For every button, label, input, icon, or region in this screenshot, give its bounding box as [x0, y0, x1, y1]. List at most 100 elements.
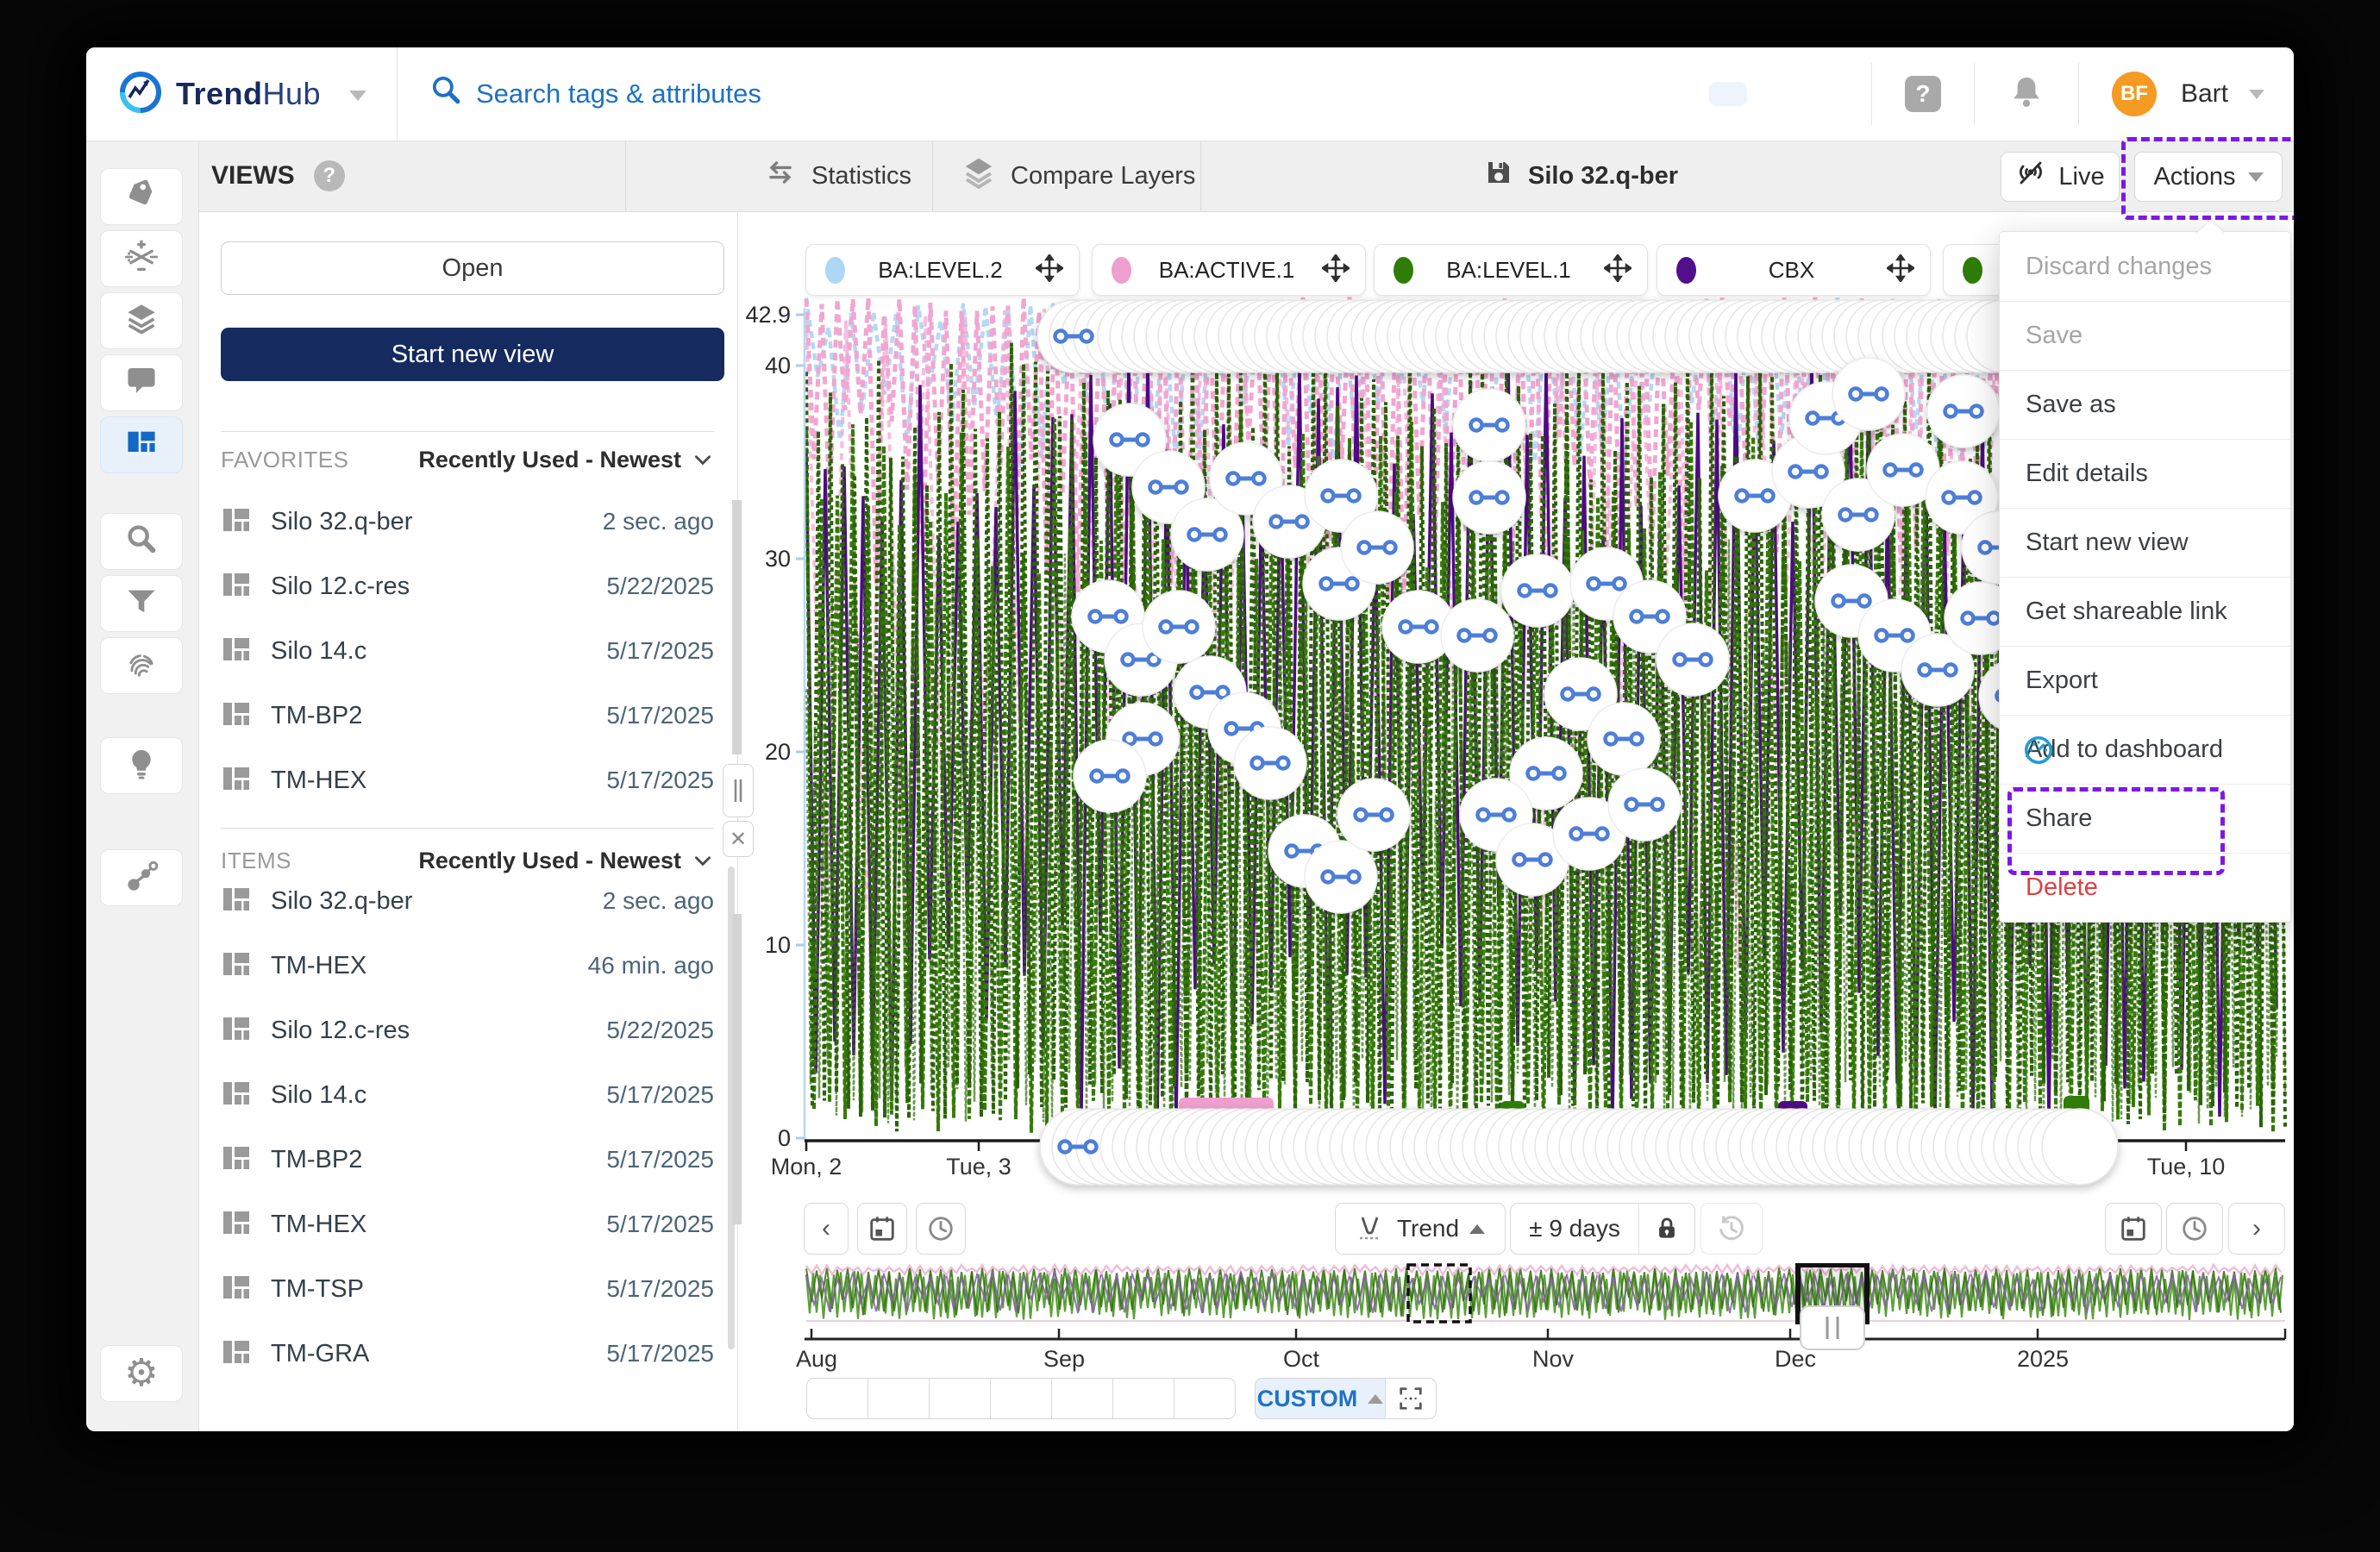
panel-scroll-track[interactable]: [732, 914, 742, 1224]
calendar-icon: [2119, 1214, 2148, 1243]
favorite-list-item[interactable]: Silo 14.c 5/17/2025: [221, 619, 714, 683]
move-handle-icon[interactable]: [1887, 254, 1914, 286]
svg-text:40: 40: [765, 353, 791, 379]
user-name[interactable]: Bart: [2181, 79, 2228, 109]
view-item-icon: [221, 1142, 252, 1178]
view-toolbar: VIEWS ? Statistics Compare Layers Silo 3…: [86, 141, 2294, 212]
nav-link[interactable]: [1802, 82, 1840, 106]
start-new-view-button[interactable]: Start new view: [221, 328, 724, 381]
time-preset-button[interactable]: [807, 1379, 868, 1418]
view-item-icon: [221, 504, 252, 540]
statistics-button[interactable]: Statistics: [763, 141, 911, 211]
fingerprint-icon: [124, 647, 159, 685]
actions-menu-item[interactable]: Share: [2000, 784, 2290, 853]
calendar-icon: [867, 1214, 897, 1243]
legend-tag-chip[interactable]: BA:LEVEL.2: [805, 244, 1080, 296]
step-back-button[interactable]: ‹: [804, 1203, 849, 1255]
nav-link[interactable]: [1663, 82, 1700, 106]
favorite-list-item[interactable]: Silo 12.c-res 5/22/2025: [221, 554, 714, 618]
calendar-end-button[interactable]: [2105, 1203, 2162, 1255]
actions-menu-item[interactable]: Add to dashboard: [2000, 715, 2290, 784]
step-forward-button[interactable]: ›: [2228, 1203, 2285, 1255]
view-list-item[interactable]: TM-GRA 5/17/2025: [221, 1322, 714, 1386]
panel-scroll-track[interactable]: [732, 500, 742, 754]
compare-layers-button[interactable]: Compare Layers: [961, 141, 1195, 211]
move-handle-icon[interactable]: [1322, 254, 1350, 286]
notifications-bell-icon[interactable]: [2007, 73, 2045, 116]
view-list-item[interactable]: TM-HEX 46 min. ago: [221, 934, 714, 998]
views-help-icon[interactable]: ?: [314, 160, 345, 191]
sidebar-item-calculations[interactable]: [100, 230, 183, 287]
nav-link[interactable]: [1756, 82, 1794, 106]
sidebar-item-context[interactable]: [100, 849, 183, 906]
move-handle-icon[interactable]: [1036, 254, 1063, 286]
view-item-icon: [221, 1013, 252, 1048]
view-list-item[interactable]: TM-TSP 5/17/2025: [221, 1257, 714, 1321]
time-preset-button[interactable]: [1113, 1379, 1174, 1418]
time-preset-button[interactable]: [1052, 1379, 1113, 1418]
actions-menu-item[interactable]: Export: [2000, 646, 2290, 715]
help-icon[interactable]: ?: [1905, 76, 1941, 112]
view-list-item[interactable]: Silo 32.q-ber 2 sec. ago: [221, 869, 714, 933]
actions-button[interactable]: Actions: [2134, 152, 2283, 202]
open-view-button[interactable]: Open: [221, 241, 724, 295]
favorites-sort-select[interactable]: Recently Used - Newest: [418, 447, 714, 473]
time-preset-button[interactable]: [1174, 1379, 1235, 1418]
restore-time-button[interactable]: [1700, 1203, 1763, 1255]
move-handle-icon[interactable]: [1604, 254, 1632, 286]
brand-logo[interactable]: TrendHub: [117, 47, 321, 141]
time-preset-button[interactable]: [991, 1379, 1052, 1418]
actions-menu-item[interactable]: Delete: [2000, 853, 2290, 922]
search-bar[interactable]: Search tags & attributes: [429, 47, 761, 141]
actions-menu-item[interactable]: Save: [2000, 301, 2290, 370]
live-button[interactable]: Live: [2001, 152, 2120, 202]
time-range-label[interactable]: ± 9 days: [1511, 1204, 1639, 1254]
gear-icon: ⚙: [124, 1355, 158, 1392]
actions-menu-item[interactable]: Edit details: [2000, 439, 2290, 508]
actions-menu-item[interactable]: Save as: [2000, 370, 2290, 439]
view-list-item[interactable]: TM-BP2 5/17/2025: [221, 1128, 714, 1192]
actions-menu-item[interactable]: Start new view: [2000, 508, 2290, 577]
sidebar-item-comments[interactable]: [100, 354, 183, 411]
view-list-item[interactable]: TM-HEX 5/17/2025: [221, 1192, 714, 1256]
svg-text:10: 10: [765, 932, 791, 958]
sidebar-item-filter[interactable]: [100, 575, 183, 632]
user-menu-caret-icon[interactable]: [2249, 90, 2264, 99]
panel-resize-handle[interactable]: [723, 764, 754, 817]
time-preset-button[interactable]: [868, 1379, 930, 1418]
fit-range-button[interactable]: [1386, 1379, 1436, 1418]
custom-range-button[interactable]: CUSTOM: [1256, 1379, 1386, 1418]
view-item-icon: [221, 1336, 252, 1372]
time-end-button[interactable]: [2166, 1203, 2223, 1255]
sidebar-item-search[interactable]: [100, 513, 183, 570]
calendar-start-button[interactable]: [857, 1203, 907, 1255]
actions-menu: Discard changes Save Save as Edit detail…: [1999, 231, 2291, 923]
actions-menu-item[interactable]: Get shareable link: [2000, 577, 2290, 646]
brand-dropdown-caret-icon[interactable]: [349, 91, 366, 101]
nav-link[interactable]: [1709, 82, 1747, 106]
lock-range-button[interactable]: [1639, 1204, 1694, 1254]
sidebar-item-layers[interactable]: [100, 292, 183, 349]
view-list-item[interactable]: Silo 14.c 5/17/2025: [221, 1063, 714, 1127]
legend-tag-chip[interactable]: BA:LEVEL.1: [1374, 244, 1648, 296]
sidebar-item-views[interactable]: [100, 416, 183, 473]
actions-menu-item[interactable]: Discard changes: [2000, 232, 2290, 301]
view-list-item[interactable]: Silo 12.c-res 5/22/2025: [221, 998, 714, 1062]
sidebar-item-fingerprint[interactable]: [100, 637, 183, 694]
user-avatar[interactable]: BF: [2112, 72, 2157, 116]
time-start-button[interactable]: [916, 1203, 966, 1255]
legend-tag-chip[interactable]: BA:ACTIVE.1: [1092, 244, 1366, 296]
settings-button[interactable]: ⚙: [100, 1345, 183, 1402]
legend-tag-chip[interactable]: CBX: [1657, 244, 1931, 296]
view-item-icon: [221, 634, 252, 669]
favorite-list-item[interactable]: TM-BP2 5/17/2025: [221, 684, 714, 748]
actions-caret-icon: [2248, 172, 2264, 182]
sidebar-item-tags[interactable]: [100, 168, 183, 225]
time-preset-button[interactable]: [930, 1379, 991, 1418]
search-icon: [429, 74, 462, 114]
favorite-list-item[interactable]: Silo 32.q-ber 2 sec. ago: [221, 490, 714, 554]
panel-close-button[interactable]: ✕: [723, 821, 754, 857]
favorite-list-item[interactable]: TM-HEX 5/17/2025: [221, 748, 714, 812]
sidebar-item-recommendations[interactable]: [100, 737, 183, 794]
chart-mode-button[interactable]: Trend: [1335, 1203, 1506, 1255]
